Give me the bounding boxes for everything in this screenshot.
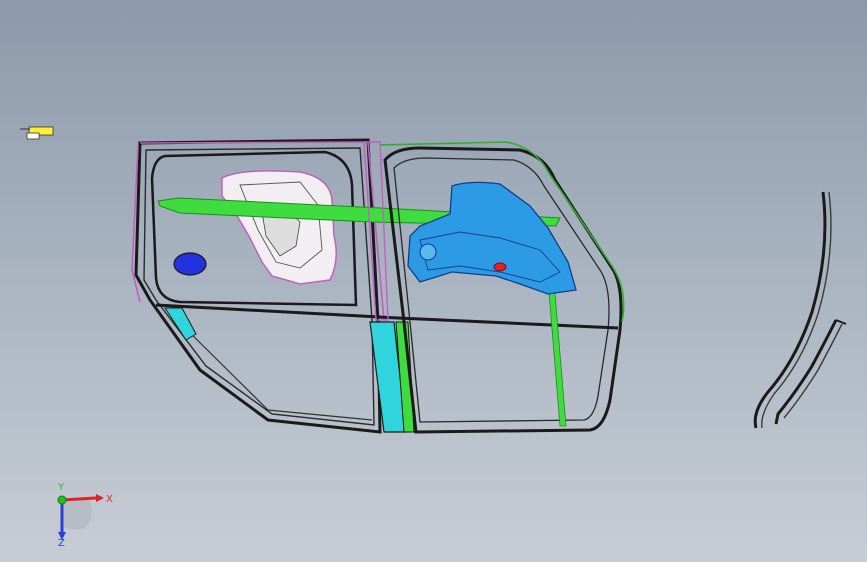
cad-viewport[interactable]: X Y Z bbox=[0, 0, 867, 562]
coordinate-triad: X Y Z bbox=[57, 482, 113, 548]
front-door[interactable] bbox=[131, 138, 399, 434]
z-axis-label: Z bbox=[58, 538, 65, 548]
door-assembly-model[interactable] bbox=[0, 0, 867, 562]
y-axis-icon bbox=[57, 495, 67, 505]
y-axis-label: Y bbox=[57, 482, 65, 493]
view-marker-icon[interactable] bbox=[20, 126, 54, 140]
speaker-hole[interactable] bbox=[173, 252, 207, 276]
x-axis-icon bbox=[61, 496, 97, 502]
rear-guide-rail[interactable] bbox=[547, 279, 567, 427]
x-axis-label: X bbox=[106, 494, 113, 505]
glass-run-channel[interactable] bbox=[753, 191, 847, 429]
front-lower-pillar[interactable] bbox=[164, 307, 197, 341]
rear-inner-module[interactable] bbox=[407, 181, 577, 295]
rear-door[interactable] bbox=[379, 141, 625, 434]
